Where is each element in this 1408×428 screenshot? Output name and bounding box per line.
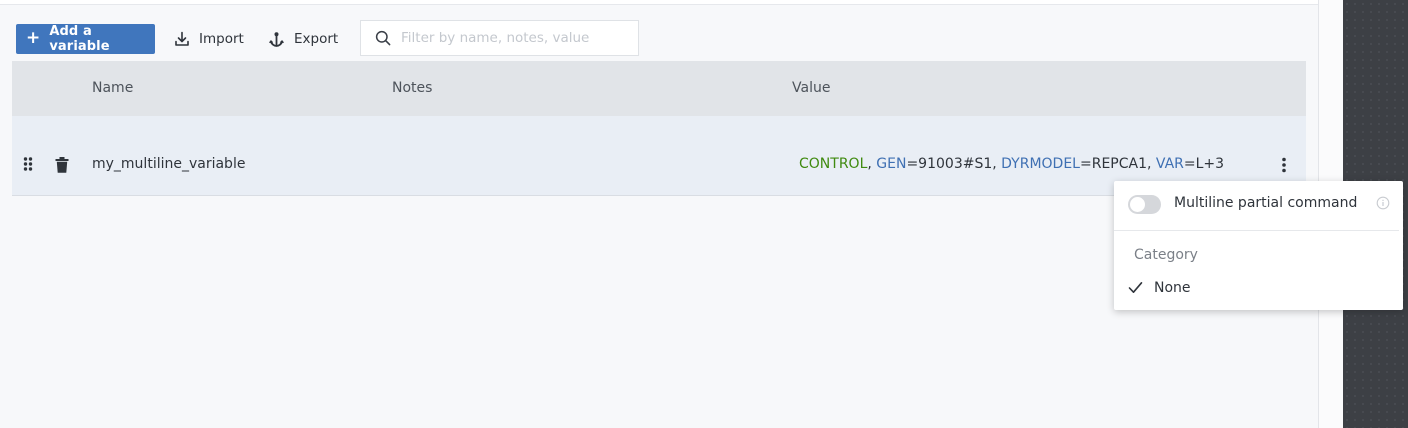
- filter-input[interactable]: [399, 29, 623, 47]
- import-icon: [175, 31, 189, 46]
- plus-icon: +: [26, 28, 41, 48]
- menu-divider: [1114, 230, 1399, 231]
- column-header-name[interactable]: Name: [92, 61, 133, 116]
- import-label: Import: [199, 31, 244, 47]
- add-variable-label: Add a variable: [49, 24, 110, 54]
- variable-name: my_multiline_variable: [92, 156, 246, 172]
- value-gen-key: GEN: [876, 156, 907, 172]
- kebab-menu-icon[interactable]: [1278, 157, 1290, 173]
- row-options-menu: Multiline partial command Category None: [1114, 181, 1403, 310]
- variable-value: CONTROL, GEN=91003#S1, DYRMODEL=REPCA1, …: [799, 156, 1224, 172]
- category-heading: Category: [1134, 247, 1198, 263]
- column-header-notes[interactable]: Notes: [392, 61, 432, 116]
- toggle-knob: [1130, 197, 1145, 212]
- value-separator: ,: [867, 156, 877, 172]
- multiline-toggle[interactable]: [1128, 195, 1161, 214]
- info-icon[interactable]: [1376, 196, 1390, 210]
- export-icon: [269, 31, 284, 47]
- value-dyrmodel-val: =REPCA1,: [1079, 156, 1156, 172]
- trash-icon[interactable]: [55, 157, 69, 173]
- multiline-label[interactable]: Multiline partial command: [1174, 195, 1357, 211]
- value-control-keyword: CONTROL: [799, 156, 868, 172]
- value-var-key: VAR: [1155, 156, 1184, 172]
- export-label: Export: [294, 31, 339, 47]
- import-button[interactable]: Import: [174, 24, 244, 54]
- add-variable-button[interactable]: + Add a variable: [16, 24, 155, 54]
- column-header-value[interactable]: Value: [792, 61, 830, 116]
- drag-handle-icon[interactable]: [23, 157, 33, 171]
- panel-top-border: [0, 0, 1318, 5]
- table-header: Name Notes Value: [12, 61, 1306, 116]
- category-option-none[interactable]: None: [1154, 280, 1191, 296]
- export-button[interactable]: Export: [268, 24, 338, 54]
- filter-search-box: [360, 20, 639, 56]
- check-icon: [1128, 282, 1143, 293]
- value-gen-val: =91003#S1,: [906, 156, 1002, 172]
- search-icon: [375, 30, 391, 46]
- value-dyrmodel-key: DYRMODEL: [1001, 156, 1080, 172]
- value-var-val: =L+3: [1183, 156, 1225, 172]
- table-row[interactable]: my_multiline_variable CONTROL, GEN=91003…: [12, 116, 1306, 196]
